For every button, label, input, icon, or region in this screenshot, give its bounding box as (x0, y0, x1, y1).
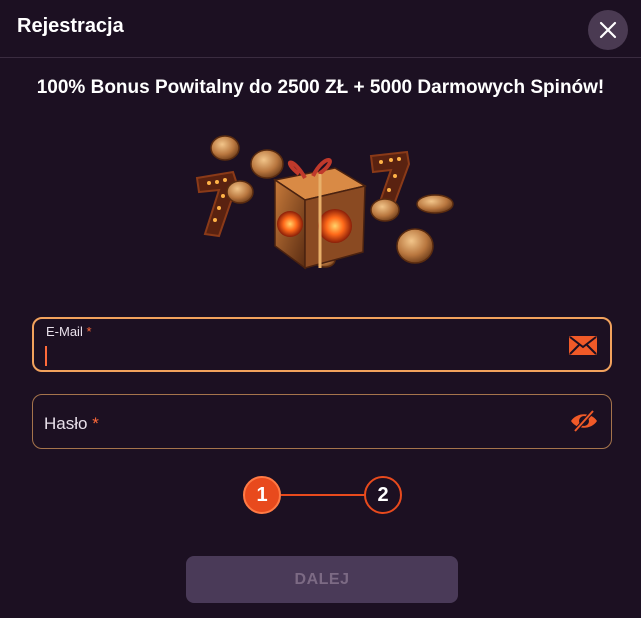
password-label-text: Hasło (44, 414, 88, 433)
email-required-mark: * (86, 324, 92, 339)
password-required-mark: * (92, 414, 99, 433)
email-field[interactable]: E-Mail * (32, 317, 612, 372)
step-2: 2 (364, 476, 402, 514)
modal-title: Rejestracja (17, 15, 124, 37)
email-label: E-Mail * (46, 324, 92, 339)
email-input[interactable] (48, 344, 552, 368)
envelope-icon (569, 336, 597, 355)
text-caret (45, 346, 47, 366)
step-1: 1 (243, 476, 281, 514)
registration-stepper: 1 2 (241, 476, 406, 516)
close-button[interactable] (588, 10, 628, 50)
seven-left-icon (195, 170, 239, 238)
promo-headline: 100% Bonus Powitalny do 2500 ZŁ + 5000 D… (36, 77, 605, 98)
email-label-text: E-Mail (46, 324, 83, 339)
modal-header: Rejestracja (0, 0, 641, 58)
eye-hidden-icon[interactable] (569, 409, 599, 433)
password-field[interactable]: Hasło * (32, 394, 612, 449)
password-label: Hasło * (44, 414, 99, 434)
hero-gift-illustration (195, 135, 454, 270)
next-button[interactable]: DALEJ (186, 556, 458, 603)
registration-modal: Rejestracja 100% Bonus Powitalny do 2500… (0, 0, 641, 618)
gift-box-icon (273, 158, 367, 270)
close-icon (599, 21, 617, 39)
stepper-connector (281, 494, 365, 496)
